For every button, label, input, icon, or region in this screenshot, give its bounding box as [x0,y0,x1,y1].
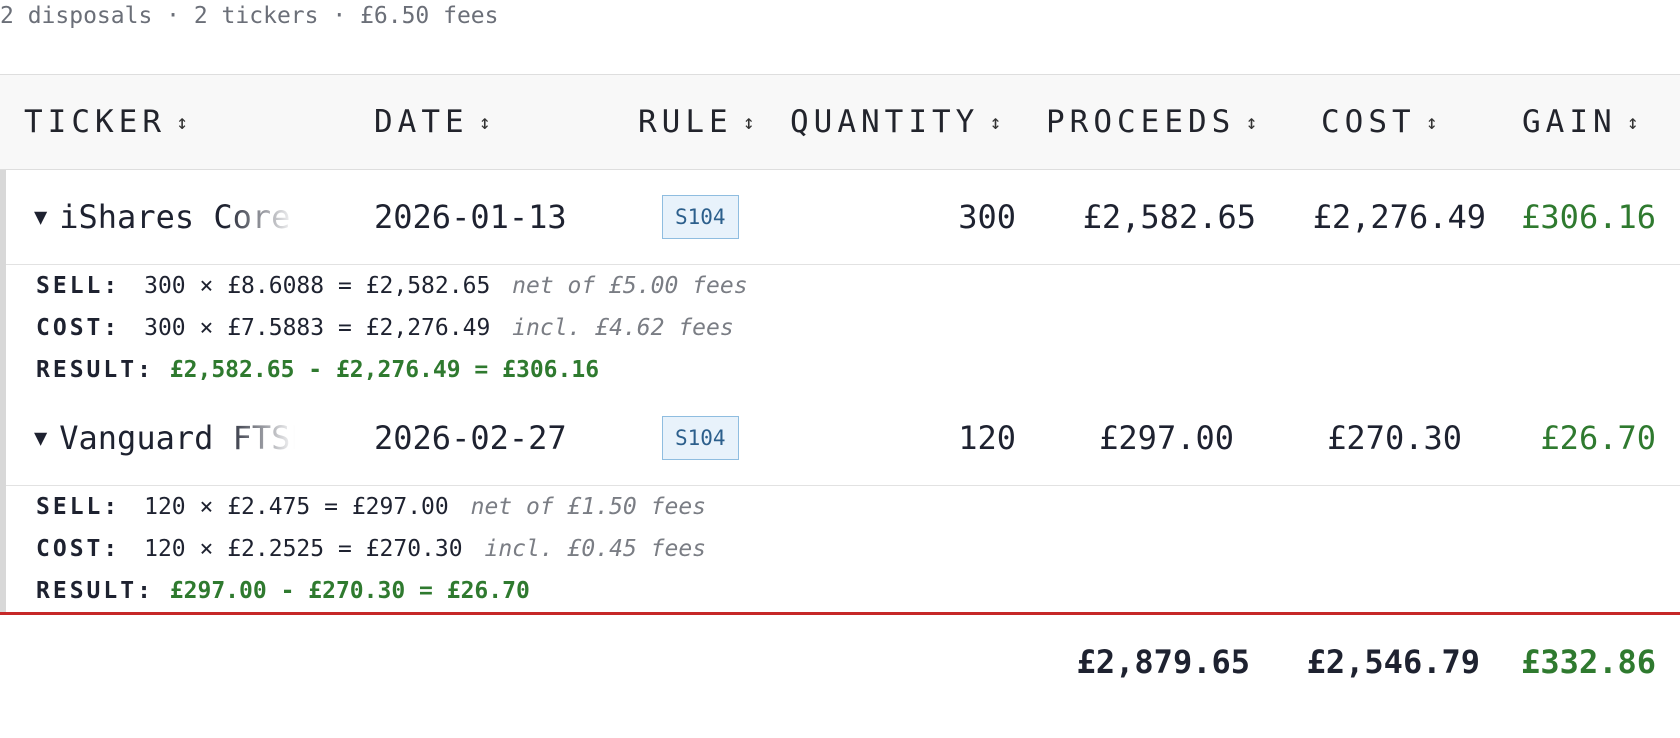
result-calc: £297.00 - £270.30 = £26.70 [169,578,530,604]
sell-line: SELL: 300 × £8.6088 = £2,582.65 net of £… [36,265,1680,307]
column-label: GAIN [1522,104,1617,140]
column-header-cost[interactable]: COST ↕ [1321,75,1438,169]
sort-icon: ↕ [989,110,1002,134]
date-cell: 2026-01-13 [374,198,567,236]
table-row[interactable]: ▼ Vanguard FTSE 2026-02-27 S104 120 £297… [6,391,1680,486]
sort-icon: ↕ [742,110,755,134]
ticker-name: iShares Core [59,198,296,236]
result-calc: £2,582.65 - £2,276.49 = £306.16 [169,357,600,383]
sell-note: net of £1.50 fees [470,494,707,520]
result-label: RESULT: [36,357,154,383]
column-label: TICKER [24,104,166,140]
ticker-cell: ▼ iShares Core [34,170,296,264]
cost-cell: £2,276.49 [1312,198,1486,236]
column-header-proceeds[interactable]: PROCEEDS ↕ [1046,75,1257,169]
sort-icon: ↕ [1245,110,1258,134]
total-gain: £332.86 [1521,643,1656,681]
cost-line: COST: 120 × £2.2525 = £270.30 incl. £0.4… [36,528,1680,570]
result-line: RESULT: £2,582.65 - £2,276.49 = £306.16 [36,349,1680,391]
column-header-quantity[interactable]: QUANTITY ↕ [790,75,1001,169]
column-label: COST [1321,104,1416,140]
column-header-ticker[interactable]: TICKER ↕ [24,75,188,169]
collapse-triangle-icon[interactable]: ▼ [34,205,47,230]
disposals-table: TICKER ↕ DATE ↕ RULE ↕ QUANTITY ↕ PROCEE… [0,74,1680,709]
sort-icon: ↕ [1425,110,1438,134]
sell-label: SELL: [36,273,121,299]
rule-cell: S104 [662,170,739,264]
ticker-name: Vanguard FTSE [59,419,296,457]
column-label: PROCEEDS [1046,104,1236,140]
quantity-cell: 120 [958,419,1016,457]
total-proceeds: £2,879.65 [1076,643,1250,681]
text-fade [225,419,296,457]
sell-line: SELL: 120 × £2.475 = £297.00 net of £1.5… [36,486,1680,528]
sell-note: net of £5.00 fees [512,273,748,299]
date-cell: 2026-02-27 [374,419,567,457]
gain-cell: £26.70 [1540,419,1656,457]
rule-badge: S104 [662,195,739,239]
cost-calc: 120 × £2.2525 = £270.30 [144,536,463,562]
totals-row: £2,879.65 £2,546.79 £332.86 [0,612,1680,709]
quantity-cell: 300 [958,198,1016,236]
row-detail: SELL: 120 × £2.475 = £297.00 net of £1.5… [6,486,1680,612]
cost-cell: £270.30 [1327,419,1462,457]
proceeds-cell: £297.00 [1099,419,1234,457]
cost-note: incl. £4.62 fees [512,315,734,341]
cost-label: COST: [36,536,121,562]
total-cost: £2,546.79 [1306,643,1480,681]
sort-icon: ↕ [1626,110,1639,134]
sell-label: SELL: [36,494,121,520]
ticker-cell: ▼ Vanguard FTSE [34,391,296,485]
cost-calc: 300 × £7.5883 = £2,276.49 [144,315,491,341]
table-row[interactable]: ▼ iShares Core 2026-01-13 S104 300 £2,58… [6,170,1680,265]
sort-icon: ↕ [175,110,189,134]
rule-cell: S104 [662,391,739,485]
proceeds-cell: £2,582.65 [1082,198,1256,236]
collapse-triangle-icon[interactable]: ▼ [34,426,47,451]
disposals-summary: 2 disposals · 2 tickers · £6.50 fees [0,3,499,29]
cost-note: incl. £0.45 fees [484,536,707,562]
column-label: RULE [638,104,733,140]
gain-cell: £306.16 [1521,198,1656,236]
sort-icon: ↕ [478,110,491,134]
rule-badge: S104 [662,416,739,460]
result-label: RESULT: [36,578,154,604]
cost-line: COST: 300 × £7.5883 = £2,276.49 incl. £4… [36,307,1680,349]
table-body: ▼ iShares Core 2026-01-13 S104 300 £2,58… [0,170,1680,612]
sell-calc: 120 × £2.475 = £297.00 [144,494,449,520]
result-line: RESULT: £297.00 - £270.30 = £26.70 [36,570,1680,612]
row-detail: SELL: 300 × £8.6088 = £2,582.65 net of £… [6,265,1680,391]
text-fade [225,198,296,236]
table-header: TICKER ↕ DATE ↕ RULE ↕ QUANTITY ↕ PROCEE… [0,74,1680,170]
cost-label: COST: [36,315,121,341]
column-header-rule[interactable]: RULE ↕ [638,75,755,169]
column-label: QUANTITY [790,104,980,140]
column-header-gain[interactable]: GAIN ↕ [1522,75,1639,169]
column-label: DATE [374,104,469,140]
column-header-date[interactable]: DATE ↕ [374,75,491,169]
sell-calc: 300 × £8.6088 = £2,582.65 [144,273,491,299]
